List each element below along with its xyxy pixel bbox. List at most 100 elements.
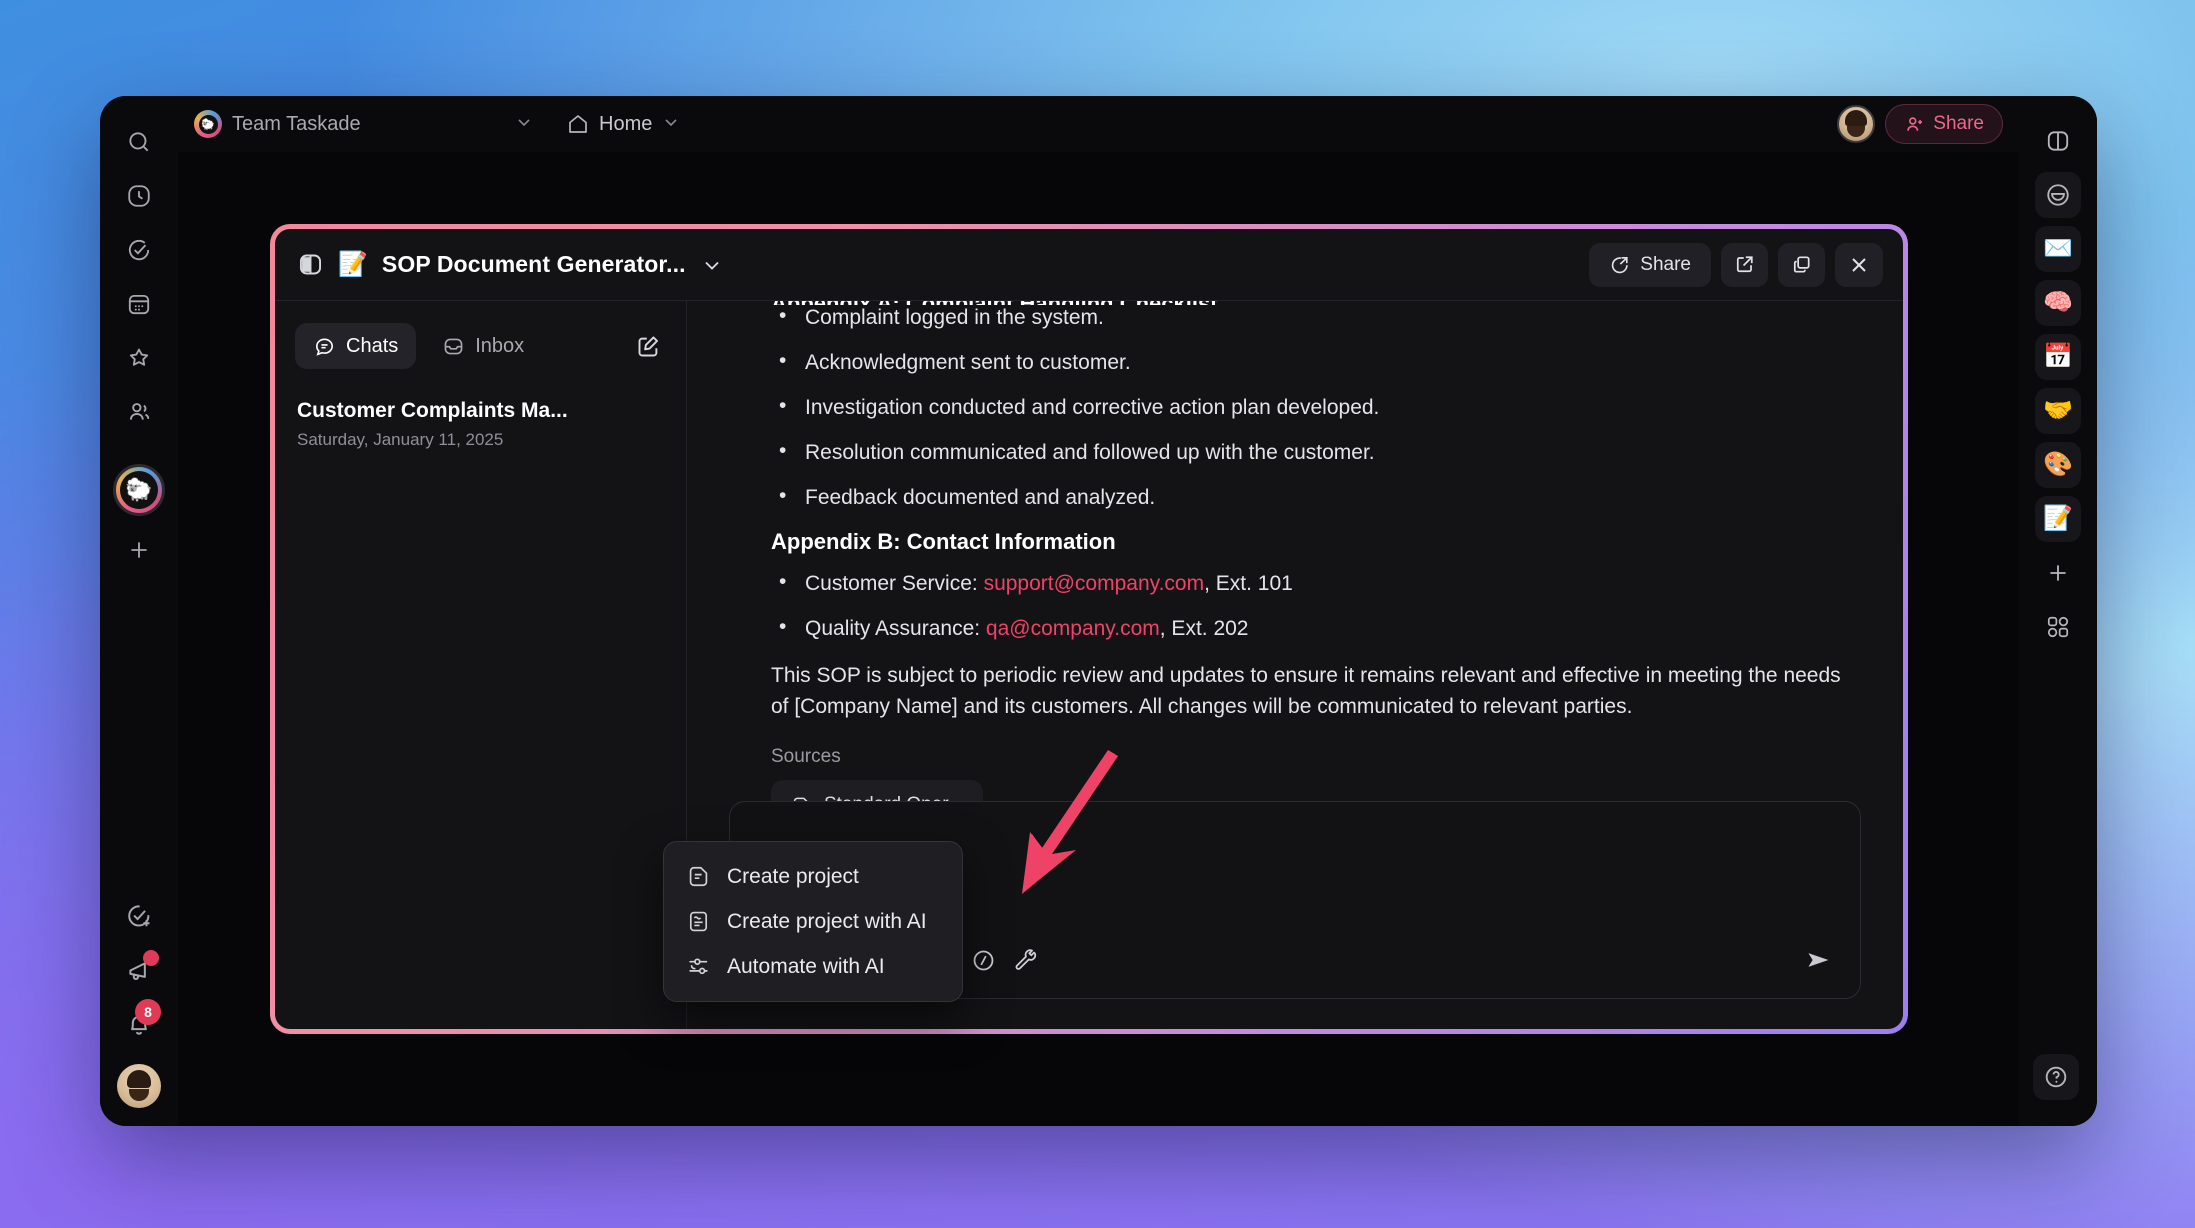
email-link[interactable]: qa@company.com — [986, 617, 1160, 640]
document-emoji-icon: 📝 — [338, 250, 368, 278]
clock-icon[interactable] — [117, 174, 161, 218]
contact-prefix: Customer Service: — [805, 572, 984, 596]
chat-modal: 📝 SOP Document Generator... Share Chats … — [270, 224, 1908, 1034]
grid-icon[interactable] — [2035, 604, 2081, 650]
workspace-avatar-emoji-small: 🐑 — [198, 114, 218, 134]
tab-inbox-label: Inbox — [475, 334, 525, 357]
user-plus-icon — [1904, 114, 1925, 135]
closing-paragraph: This SOP is subject to periodic review a… — [771, 664, 1841, 718]
left-sidebar: 🐑 8 — [100, 96, 178, 1126]
tab-chats-label: Chats — [346, 334, 399, 357]
check-circle-icon[interactable] — [117, 228, 161, 272]
menu-item-label: Automate with AI — [727, 954, 885, 978]
bell-icon[interactable]: 8 — [117, 999, 161, 1046]
modal-share-button[interactable]: Share — [1589, 242, 1711, 287]
users-icon[interactable] — [117, 390, 161, 434]
contact-suffix: , Ext. 101 — [1204, 572, 1293, 596]
automation-icon — [686, 954, 711, 979]
popout-icon[interactable] — [1778, 242, 1825, 287]
workspace-avatar[interactable]: 🐑 — [113, 464, 165, 516]
chat-list-panel: Chats Inbox Customer Complaints Ma... Sa — [275, 301, 687, 1029]
source-chip-label: Standard Oper... — [824, 794, 963, 801]
send-icon[interactable] — [1804, 945, 1842, 975]
breadcrumb-chevron-down-icon[interactable] — [661, 112, 681, 137]
list-item: Investigation conducted and corrective a… — [771, 393, 1861, 422]
workspace-selector[interactable]: 🐑 Team Taskade — [194, 110, 534, 138]
tab-chats[interactable]: Chats — [295, 323, 417, 369]
mail-icon[interactable]: ✉️ — [2035, 226, 2081, 272]
avatar[interactable] — [1837, 105, 1876, 143]
menu-item-automate-with-ai[interactable]: Automate with AI — [664, 944, 962, 989]
doc-list-icon — [686, 864, 711, 889]
list-item[interactable]: Customer Complaints Ma... Saturday, Janu… — [295, 395, 666, 450]
breadcrumb-label: Home — [599, 112, 653, 135]
doc-ai-icon — [686, 909, 711, 934]
contact-suffix: , Ext. 202 — [1159, 617, 1249, 641]
modal-body: Chats Inbox Customer Complaints Ma... Sa — [275, 301, 1903, 1029]
list-item: Acknowledgment sent to customer. — [771, 348, 1861, 377]
compose-icon[interactable] — [635, 333, 666, 360]
home-icon — [566, 112, 590, 136]
user-avatar[interactable] — [117, 1064, 161, 1108]
contact-list: Customer Service: support@company.com, E… — [771, 569, 1861, 643]
assistant-message: Appendix A: Complaint Handling Checklist… — [771, 301, 1861, 801]
workspace-name: Team Taskade — [232, 112, 361, 135]
chat-bubble-icon — [313, 335, 336, 358]
star-icon[interactable] — [117, 336, 161, 380]
share-button[interactable]: Share — [1885, 104, 2003, 144]
wrench-icon[interactable] — [1014, 948, 1039, 973]
workspace-avatar-emoji: 🐑 — [120, 471, 158, 509]
source-chip[interactable]: Standard Oper... — [771, 780, 984, 801]
palette-icon[interactable]: 🎨 — [2035, 442, 2081, 488]
email-link[interactable]: support@company.com — [984, 572, 1205, 595]
page-title: SOP Document Generator... — [381, 251, 686, 277]
search-icon[interactable] — [117, 120, 161, 164]
appendix-b-heading: Appendix B: Contact Information — [771, 529, 1116, 555]
list-item: Quality Assurance: qa@company.com, Ext. … — [771, 614, 1861, 643]
close-icon[interactable] — [1835, 242, 1883, 287]
modal-share-label: Share — [1640, 253, 1691, 275]
agent-bowl-icon[interactable] — [2035, 172, 2081, 218]
add-workspace-button[interactable] — [117, 528, 161, 572]
share-button-label: Share — [1933, 113, 1984, 134]
menu-item-create-project[interactable]: Create project — [664, 854, 962, 899]
megaphone-badge — [143, 950, 159, 966]
list-item: Complaint logged in the system. — [771, 303, 1861, 332]
chevron-down-icon — [514, 112, 534, 137]
contact-prefix: Quality Assurance: — [805, 617, 986, 641]
menu-item-create-project-with-ai[interactable]: Create project with AI — [664, 899, 962, 944]
megaphone-icon[interactable] — [117, 948, 161, 992]
slash-command-icon[interactable] — [971, 948, 996, 973]
top-bar-actions: Share — [1837, 104, 2003, 144]
help-button[interactable] — [2033, 1054, 2079, 1100]
context-menu: Create project Create project with AI Au… — [663, 841, 963, 1002]
tab-inbox[interactable]: Inbox — [424, 323, 542, 369]
chat-item-date: Saturday, January 11, 2025 — [297, 430, 504, 449]
modal-header: 📝 SOP Document Generator... Share — [275, 229, 1903, 301]
list-item: Customer Service: support@company.com, E… — [771, 569, 1861, 598]
handshake-icon[interactable]: 🤝 — [2035, 388, 2081, 434]
brain-icon[interactable]: 🧠 — [2035, 280, 2081, 326]
chat-item-title: Customer Complaints Ma... — [297, 399, 568, 422]
title-chevron-down-icon[interactable] — [700, 253, 724, 277]
notification-badge: 8 — [135, 999, 161, 1025]
calendar-icon[interactable] — [117, 282, 161, 326]
list-item: Feedback documented and analyzed. — [771, 483, 1861, 512]
panel-left-icon[interactable] — [297, 251, 324, 278]
calendar-emoji-icon[interactable]: 📅 — [2035, 334, 2081, 380]
notes-icon[interactable]: 📝 — [2035, 496, 2081, 542]
chat-list-tabs: Chats Inbox — [295, 323, 666, 369]
list-item: Resolution communicated and followed up … — [771, 438, 1861, 467]
task-add-icon[interactable] — [117, 894, 161, 938]
panel-right-icon[interactable] — [2035, 118, 2081, 164]
add-panel-button[interactable] — [2035, 550, 2081, 596]
menu-item-label: Create project — [727, 864, 859, 888]
inbox-icon — [442, 335, 465, 358]
checklist: Complaint logged in the system. Acknowle… — [771, 303, 1861, 512]
external-link-icon[interactable] — [1721, 242, 1768, 287]
menu-item-label: Create project with AI — [727, 909, 927, 933]
app-window: 🐑 8 🐑 Team Taskade Home Share ✉️ 🧠 📅 🤝 🎨… — [100, 96, 2097, 1126]
breadcrumb[interactable]: Home — [566, 112, 681, 137]
message-scroll-area[interactable]: Appendix A: Complaint Handling Checklist… — [687, 301, 1903, 801]
workspace-avatar-small: 🐑 — [194, 110, 222, 138]
